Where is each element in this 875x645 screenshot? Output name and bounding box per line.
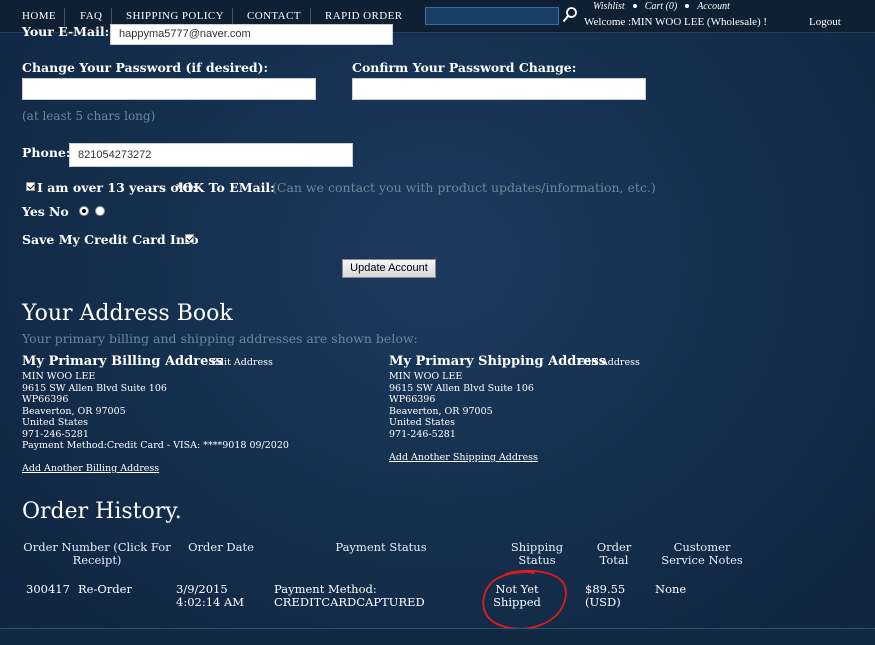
password-hint: (at least 5 chars long) — [22, 109, 156, 123]
order-number-link[interactable]: 300417 — [26, 583, 70, 596]
shipping-street: 9615 SW Allen Blvd Suite 106 — [389, 382, 534, 394]
age-checkbox[interactable] — [26, 182, 35, 191]
update-account-button[interactable]: Update Account — [342, 259, 436, 278]
billing-address-block: MIN WOO LEE 9615 SW Allen Blvd Suite 106… — [22, 371, 289, 452]
billing-line: WP66396 — [22, 394, 69, 405]
shipping-name: MIN WOO LEE — [389, 371, 463, 382]
shipping-address-block: MIN WOO LEE 9615 SW Allen Blvd Suite 106… — [389, 371, 534, 440]
col-header-shipping-status: Shipping Status — [510, 540, 564, 567]
address-book-subtitle: Your primary billing and shipping addres… — [22, 331, 418, 346]
shipping-country: United States — [389, 417, 456, 428]
notes-cell: None — [655, 582, 687, 596]
address-book-title: Your Address Book — [22, 301, 233, 326]
add-billing-address-link[interactable]: Add Another Billing Address — [22, 463, 159, 474]
ok-email-hint: (Can we contact you with product updates… — [272, 180, 656, 195]
password-field[interactable] — [22, 78, 316, 100]
edit-shipping-address-link[interactable]: Edit Address — [578, 357, 640, 368]
ok-email-label: *OK To EMail: — [176, 180, 275, 195]
no-label: No — [49, 204, 69, 219]
yes-label: Yes — [22, 204, 45, 219]
col-header-order-date: Order Date — [188, 540, 254, 554]
col-header-order-number: Order Number (Click For Receipt) — [23, 540, 171, 567]
annotation-circle — [482, 569, 567, 630]
billing-payment-method: Payment Method:Credit Card - VISA: ****9… — [22, 440, 289, 451]
confirm-password-field[interactable] — [352, 78, 646, 100]
order-history-title: Order History. — [22, 499, 182, 524]
footer-bar — [0, 629, 875, 645]
payment-status-cell: Payment Method: CREDITCARDCAPTURED — [274, 582, 425, 609]
email-yes-radio[interactable] — [79, 206, 89, 216]
password-label: Change Your Password (if desired): — [22, 60, 269, 75]
order-total-cell: $89.55 (USD) — [585, 582, 626, 609]
phone-label: Phone: — [22, 145, 71, 160]
shipping-city: Beaverton, OR 97005 — [389, 405, 493, 417]
col-header-order-total: Order Total — [596, 540, 632, 567]
col-header-notes: Customer Service Notes — [661, 540, 743, 567]
save-card-checkbox[interactable] — [185, 234, 194, 243]
shipping-line: WP66396 — [389, 394, 436, 405]
billing-country: United States — [22, 417, 89, 428]
nav-overlay — [0, 0, 875, 32]
age-label: I am over 13 years old: — [37, 180, 197, 195]
reorder-link[interactable]: Re-Order — [78, 583, 132, 596]
phone-field[interactable]: 821054273272 — [69, 143, 353, 167]
col-header-payment-status: Payment Status — [335, 540, 427, 554]
shipping-address-heading: My Primary Shipping Address — [389, 354, 607, 369]
confirm-password-label: Confirm Your Password Change: — [352, 60, 577, 75]
billing-street: 9615 SW Allen Blvd Suite 106 — [22, 382, 167, 394]
save-card-label: Save My Credit Card Info — [22, 232, 199, 247]
billing-address-heading: My Primary Billing Address — [22, 354, 223, 369]
edit-billing-address-link[interactable]: Edit Address — [211, 357, 273, 368]
order-date-cell: 3/9/2015 4:02:14 AM — [176, 582, 245, 609]
billing-city: Beaverton, OR 97005 — [22, 405, 126, 417]
billing-name: MIN WOO LEE — [22, 371, 96, 382]
billing-phone: 971-246-5281 — [22, 428, 89, 440]
email-no-radio[interactable] — [95, 206, 105, 216]
shipping-phone: 971-246-5281 — [389, 428, 456, 440]
add-shipping-address-link[interactable]: Add Another Shipping Address — [389, 452, 538, 463]
